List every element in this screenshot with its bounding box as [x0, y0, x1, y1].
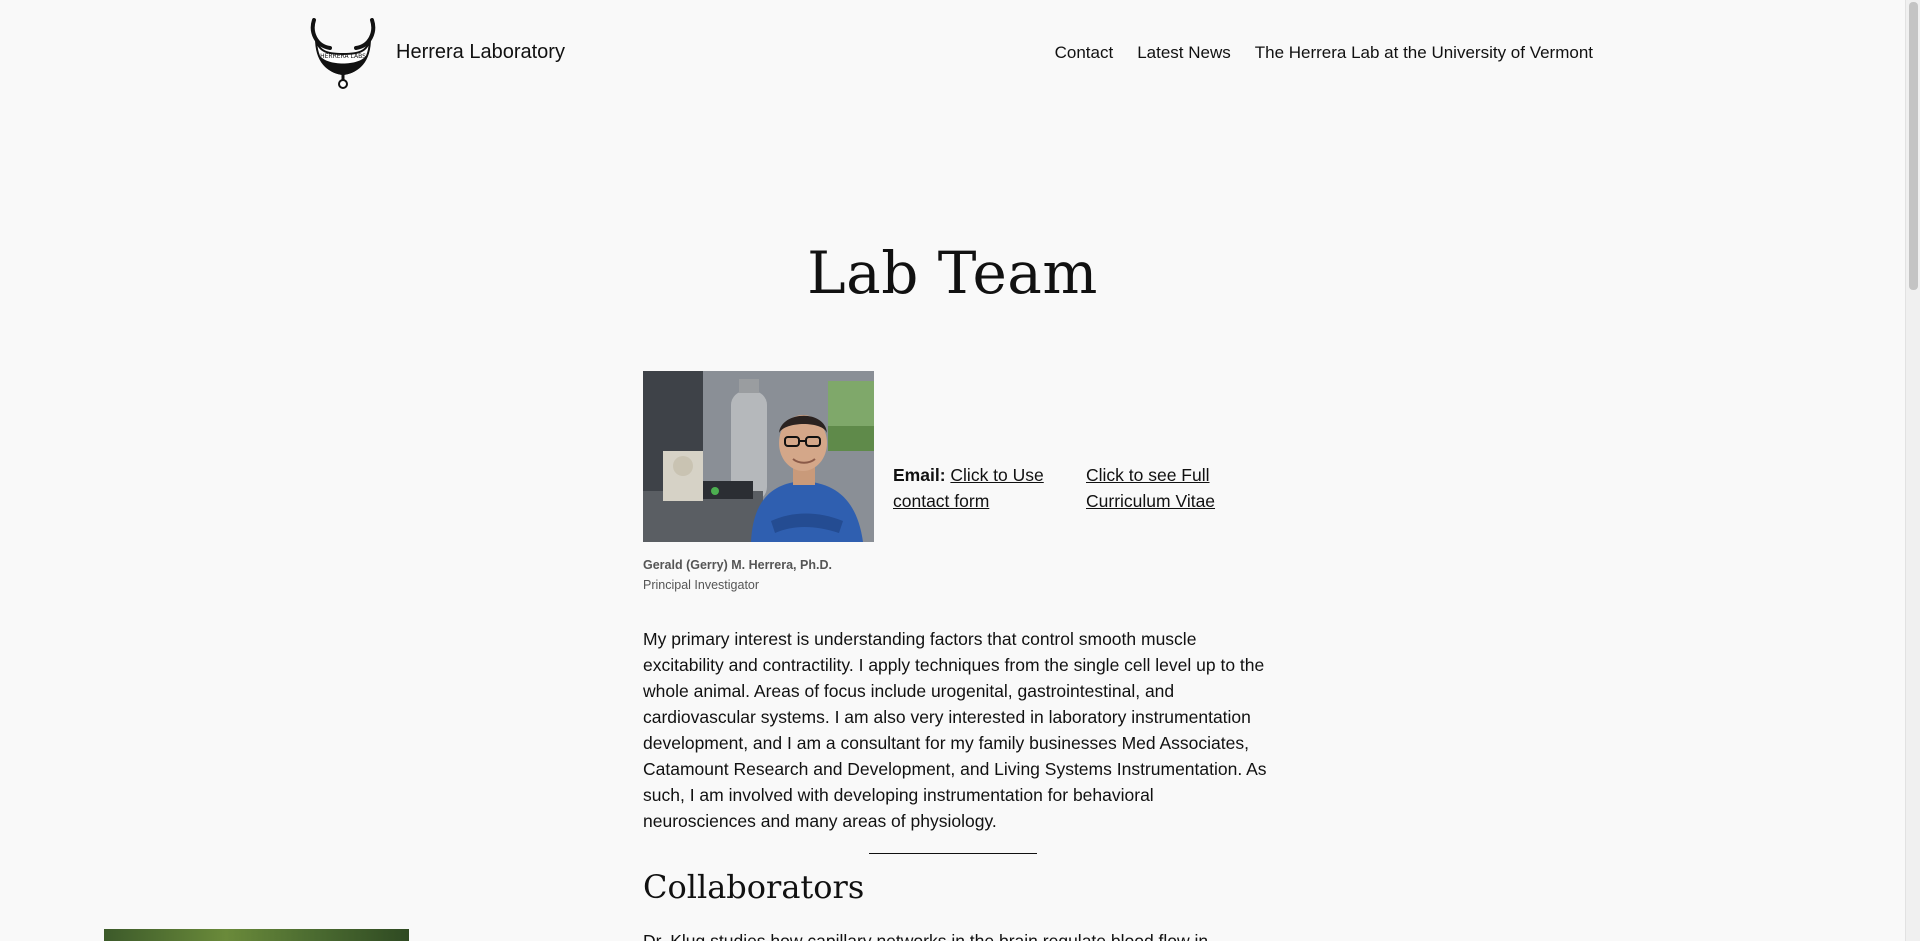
site-title[interactable]: Herrera Laboratory [396, 41, 565, 64]
cv-link[interactable]: Click to see Full Curriculum Vitae [1086, 462, 1246, 514]
nav-item-contact[interactable]: Contact [1055, 43, 1114, 63]
collaborator-bio: Dr. Klug studies how capillary networks … [643, 931, 1209, 941]
profile-role: Principal Investigator [643, 578, 760, 592]
collaborator-photo [104, 929, 409, 941]
profile-bio: My primary interest is understanding fac… [643, 629, 1267, 831]
page: HERRERA LABS Herrera Laboratory Contact … [0, 0, 1905, 941]
nav-item-uvm-lab[interactable]: The Herrera Lab at the University of Ver… [1255, 43, 1593, 63]
collaborators-heading: Collaborators [643, 868, 865, 906]
section-separator [869, 853, 1037, 854]
scrollbar-thumb[interactable] [1909, 2, 1918, 290]
bladder-logo-icon: HERRERA LABS [310, 18, 376, 89]
portrait-image [643, 371, 874, 542]
page-title: Lab Team [807, 239, 1098, 307]
email-label: Email: [893, 465, 946, 485]
email-block: Email: Click to Use contact form [893, 462, 1058, 514]
logo-text: HERRERA LABS [320, 53, 366, 60]
profile-photo [643, 371, 874, 542]
page-scrollbar[interactable] [1905, 0, 1920, 941]
main-nav: Contact Latest News The Herrera Lab at t… [1055, 43, 1593, 63]
profile-caption: Gerald (Gerry) M. Herrera, Ph.D. Princip… [643, 555, 843, 595]
site-header: HERRERA LABS Herrera Laboratory Contact … [0, 0, 1905, 110]
profile-name: Gerald (Gerry) M. Herrera, Ph.D. [643, 558, 832, 572]
nav-item-latest-news[interactable]: Latest News [1137, 43, 1231, 63]
